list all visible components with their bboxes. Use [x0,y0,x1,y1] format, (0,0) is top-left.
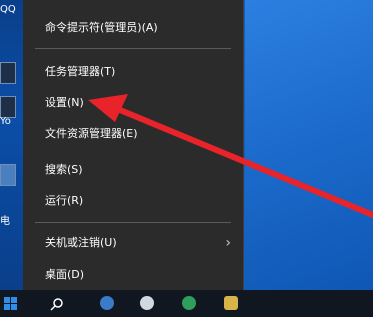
menu-item-task-manager[interactable]: 任务管理器(T) [23,58,243,86]
menu-item-command-prompt-admin[interactable]: 命令提示符(管理员)(A) [23,14,243,42]
desktop-label-qq: QQ [0,4,16,15]
taskbar [0,290,373,317]
app-icon[interactable] [100,296,114,310]
menu-item-file-explorer[interactable]: 文件资源管理器(E) [23,120,243,148]
menu-item-run[interactable]: 运行(R) [23,187,243,215]
chevron-right-icon: › [225,235,231,251]
menu-item-label: 设置(N) [45,96,84,109]
menu-item-label: 命令提示符(管理员)(A) [45,21,158,34]
desktop-shortcut-icon[interactable] [0,164,16,186]
context-menu: 命令提示符(管理员)(A) 任务管理器(T) 设置(N) 文件资源管理器(E) … [23,0,244,293]
desktop-shortcut-icon[interactable] [0,62,16,84]
desktop-label-dian: 电 [0,216,10,227]
menu-item-label: 运行(R) [45,194,84,207]
app-icon[interactable] [224,296,238,310]
menu-item-desktop[interactable]: 桌面(D) [23,261,243,289]
search-icon[interactable] [50,296,64,311]
menu-item-settings[interactable]: 设置(N) [23,89,243,117]
menu-item-label: 关机或注销(U) [45,236,117,249]
menu-item-search[interactable]: 搜索(S) [23,156,243,184]
menu-divider [35,48,231,49]
desktop-shortcut-icon[interactable] [0,96,16,118]
app-icon[interactable] [182,296,196,310]
windows-start-icon[interactable] [4,296,18,310]
menu-divider [35,222,231,223]
menu-item-label: 搜索(S) [45,163,83,176]
app-icon[interactable] [140,296,154,310]
menu-item-label: 桌面(D) [45,268,85,281]
menu-item-label: 任务管理器(T) [45,65,116,78]
menu-item-shutdown-signout[interactable]: 关机或注销(U) › [23,229,243,257]
desktop-label-yo: Yo [0,116,11,127]
menu-item-label: 文件资源管理器(E) [45,127,138,140]
desktop-background [245,0,373,290]
